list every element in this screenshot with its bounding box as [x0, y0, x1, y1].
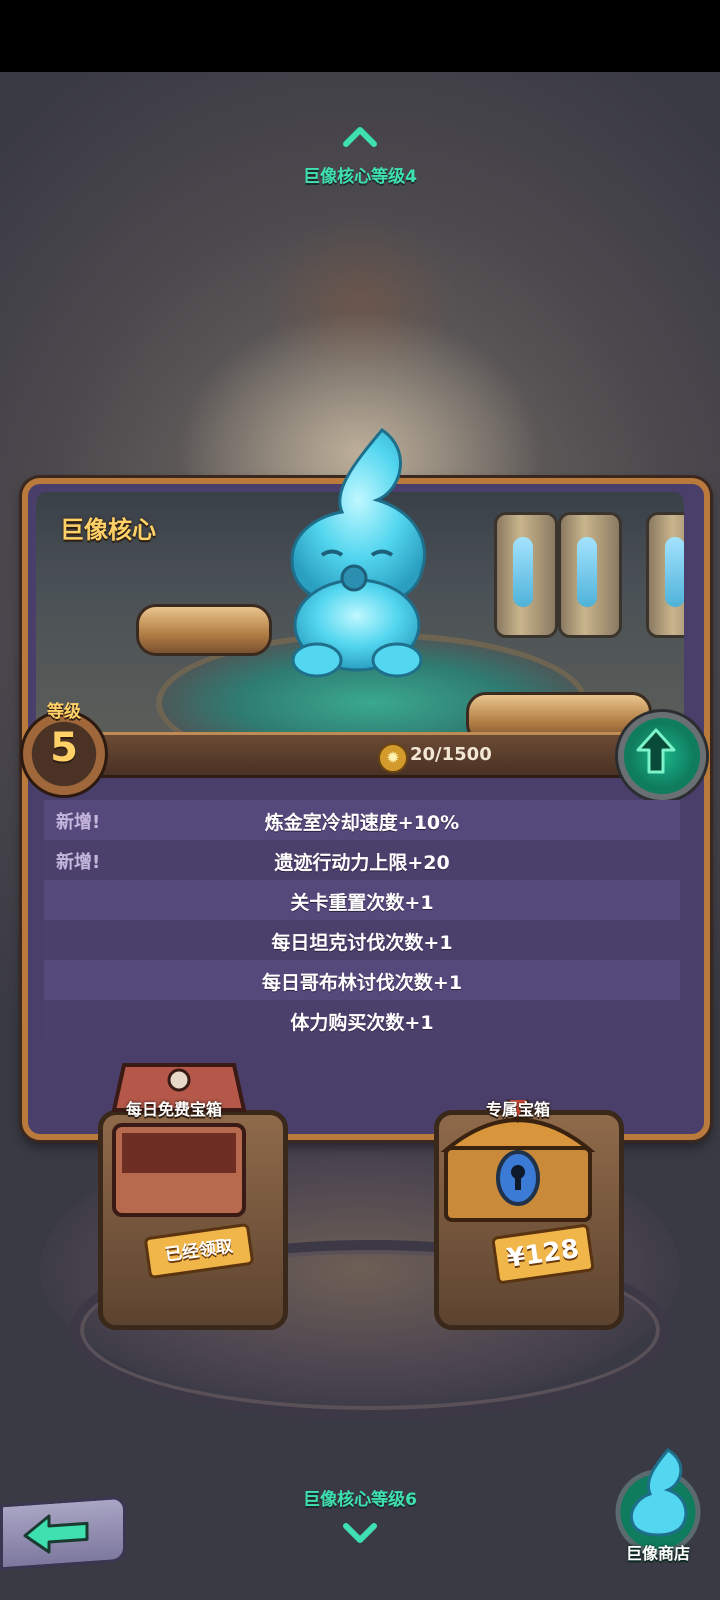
- glass-tank: [494, 512, 558, 638]
- level-value: 5: [50, 725, 78, 771]
- bonus-row: 新增! 炼金室冷却速度+10%: [44, 800, 680, 840]
- bonus-text: 每日坦克讨伐次数+1: [271, 932, 453, 954]
- prev-level-button[interactable]: [340, 122, 380, 150]
- colossus-core-creature: [290, 428, 427, 678]
- level-label: 等级: [47, 702, 81, 722]
- glass-tank: [558, 512, 622, 638]
- upgrade-button[interactable]: [618, 712, 706, 800]
- shop-label: 巨像商店: [625, 1544, 690, 1563]
- bonus-row: 每日哥布林讨伐次数+1: [44, 960, 680, 1000]
- card-title: 巨像核心: [60, 516, 156, 544]
- bonus-list: 新增! 炼金室冷却速度+10% 新增! 遗迹行动力上限+20 关卡重置次数+1 …: [44, 800, 680, 1040]
- colossus-shop-button[interactable]: 巨像商店: [608, 1440, 708, 1580]
- bonus-text: 每日哥布林讨伐次数+1: [261, 972, 463, 994]
- bonus-text: 炼金室冷却速度+10%: [264, 812, 460, 834]
- level-badge: 等级 5: [20, 702, 108, 798]
- back-button[interactable]: [0, 1495, 126, 1571]
- next-level-button[interactable]: [340, 1520, 380, 1548]
- bonus-text: 遗迹行动力上限+20: [274, 852, 450, 874]
- glass-tank: [646, 512, 684, 638]
- bonus-text: 体力购买次数+1: [290, 1012, 434, 1034]
- prev-level-label[interactable]: 巨像核心等级4: [0, 162, 720, 187]
- bonus-row: 每日坦克讨伐次数+1: [44, 920, 680, 960]
- exclusive-chest-label: 专属宝箱: [486, 1100, 551, 1119]
- arrow-left-icon: [23, 1514, 89, 1554]
- chevron-up-icon: [343, 127, 377, 147]
- sun-coin-icon: ✹: [378, 743, 408, 773]
- pipe-left: [136, 604, 272, 656]
- arrow-up-icon: [636, 728, 676, 774]
- bonus-row: 新增! 遗迹行动力上限+20: [44, 840, 680, 880]
- free-chest-label: 每日免费宝箱: [126, 1100, 223, 1119]
- bonus-row: 体力购买次数+1: [44, 1000, 680, 1040]
- experience-text: 20/1500: [410, 744, 492, 765]
- status-bar: [0, 0, 720, 72]
- pipe-right: [466, 692, 652, 732]
- bonus-text: 关卡重置次数+1: [290, 892, 434, 914]
- chevron-down-icon: [343, 1523, 377, 1543]
- experience-bar: ✹ 20/1500: [98, 732, 638, 778]
- free-chest-icon[interactable]: [104, 1055, 254, 1225]
- bonus-row: 关卡重置次数+1: [44, 880, 680, 920]
